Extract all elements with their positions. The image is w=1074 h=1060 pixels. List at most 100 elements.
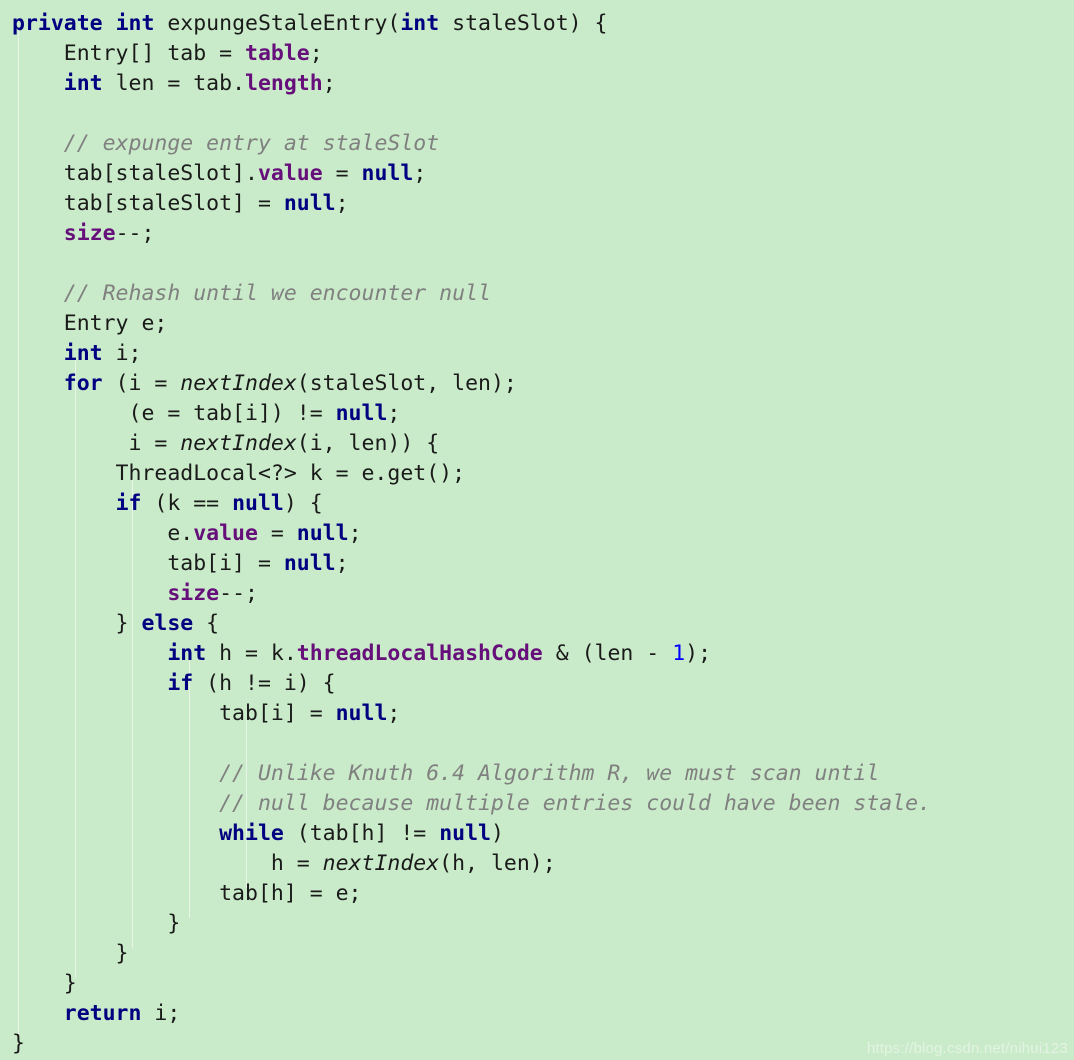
code-token-kw: null bbox=[361, 161, 414, 186]
code-token-txt: ; bbox=[387, 401, 401, 426]
code-token-txt: --; bbox=[219, 581, 258, 606]
code-line[interactable]: e.value = null; bbox=[0, 519, 1074, 549]
code-line[interactable]: // Unlike Knuth 6.4 Algorithm R, we must… bbox=[0, 759, 1074, 789]
code-line[interactable]: } else { bbox=[0, 609, 1074, 639]
code-line[interactable]: if (k == null) { bbox=[0, 489, 1074, 519]
code-token-kw: null bbox=[296, 521, 349, 546]
code-token-mth: nextIndex bbox=[180, 431, 297, 456]
code-token-kw: int bbox=[115, 11, 155, 36]
code-token-txt: tab[i] = bbox=[12, 551, 284, 576]
code-line[interactable]: tab[i] = null; bbox=[0, 549, 1074, 579]
code-block[interactable]: private int expungeStaleEntry(int staleS… bbox=[0, 0, 1074, 1059]
code-line[interactable]: size--; bbox=[0, 579, 1074, 609]
code-token-mth: nextIndex bbox=[180, 371, 297, 396]
code-token-fld: threadLocalHashCode bbox=[296, 641, 543, 666]
code-line[interactable]: tab[i] = null; bbox=[0, 699, 1074, 729]
code-token-fld: table bbox=[245, 41, 310, 66]
code-line[interactable]: Entry e; bbox=[0, 309, 1074, 339]
code-token-txt: (i, len)) { bbox=[296, 431, 440, 456]
code-token-txt: } bbox=[12, 611, 142, 636]
code-line[interactable]: } bbox=[0, 969, 1074, 999]
code-token-kw: null bbox=[283, 551, 336, 576]
code-token-txt: i; bbox=[102, 341, 142, 366]
code-token-txt: tab[i] = bbox=[12, 701, 336, 726]
code-token-txt: } bbox=[12, 941, 129, 966]
code-line[interactable] bbox=[0, 249, 1074, 279]
code-token-fld: size bbox=[63, 221, 116, 246]
code-token-txt: i = bbox=[12, 431, 181, 456]
code-line[interactable]: tab[staleSlot].value = null; bbox=[0, 159, 1074, 189]
code-token-txt: (tab[h] != bbox=[283, 821, 440, 846]
code-token-txt: tab[staleSlot] = bbox=[12, 191, 284, 216]
code-token-kw: int bbox=[167, 641, 207, 666]
code-token-kw: int bbox=[63, 71, 103, 96]
code-line[interactable]: } bbox=[0, 939, 1074, 969]
code-line[interactable]: if (h != i) { bbox=[0, 669, 1074, 699]
code-line[interactable]: (e = tab[i]) != null; bbox=[0, 399, 1074, 429]
code-token-txt: = bbox=[257, 521, 297, 546]
code-token-kw: null bbox=[335, 401, 388, 426]
code-token-txt: (h != i) { bbox=[193, 671, 336, 696]
code-token-kw: if bbox=[115, 491, 142, 516]
code-line[interactable]: ThreadLocal<?> k = e.get(); bbox=[0, 459, 1074, 489]
code-token-txt: --; bbox=[115, 221, 155, 246]
code-token-kw: for bbox=[63, 371, 103, 396]
code-token-txt: (i = bbox=[102, 371, 181, 396]
code-line[interactable]: i = nextIndex(i, len)) { bbox=[0, 429, 1074, 459]
code-token-kw: null bbox=[232, 491, 284, 516]
code-line[interactable]: // Rehash until we encounter null bbox=[0, 279, 1074, 309]
code-viewer: private int expungeStaleEntry(int staleS… bbox=[0, 0, 1074, 1060]
code-line[interactable]: h = nextIndex(h, len); bbox=[0, 849, 1074, 879]
code-line[interactable]: int len = tab.length; bbox=[0, 69, 1074, 99]
code-token-txt: tab[staleSlot]. bbox=[12, 161, 258, 186]
code-line[interactable]: } bbox=[0, 909, 1074, 939]
code-token-cmt: // Unlike Knuth 6.4 Algorithm R, we must… bbox=[219, 761, 880, 786]
code-token-kw: int bbox=[400, 11, 440, 36]
code-token-txt: & (len - bbox=[542, 641, 673, 666]
code-line[interactable]: while (tab[h] != null) bbox=[0, 819, 1074, 849]
code-token-txt: ThreadLocal<?> k = e.get(); bbox=[12, 461, 466, 486]
code-line[interactable]: private int expungeStaleEntry(int staleS… bbox=[0, 9, 1074, 39]
code-token-txt: expungeStaleEntry( bbox=[154, 11, 401, 36]
code-token-txt: staleSlot) { bbox=[439, 11, 608, 36]
code-line[interactable]: for (i = nextIndex(staleSlot, len); bbox=[0, 369, 1074, 399]
code-line[interactable]: tab[staleSlot] = null; bbox=[0, 189, 1074, 219]
code-line[interactable]: return i; bbox=[0, 999, 1074, 1029]
code-token-txt: h = bbox=[12, 851, 323, 876]
code-line[interactable] bbox=[0, 729, 1074, 759]
code-line[interactable]: // expunge entry at staleSlot bbox=[0, 129, 1074, 159]
code-token-txt: e. bbox=[12, 521, 194, 546]
code-line[interactable]: int h = k.threadLocalHashCode & (len - 1… bbox=[0, 639, 1074, 669]
code-token-kw: null bbox=[439, 821, 491, 846]
code-token-kw: while bbox=[219, 821, 284, 846]
code-token-fld: length bbox=[245, 71, 323, 96]
code-line[interactable]: tab[h] = e; bbox=[0, 879, 1074, 909]
code-token-txt: ; bbox=[309, 41, 323, 66]
code-token-txt: (e = tab[i]) != bbox=[12, 401, 336, 426]
code-token-num: 1 bbox=[672, 641, 686, 666]
code-line[interactable]: // null because multiple entries could h… bbox=[0, 789, 1074, 819]
code-line[interactable]: size--; bbox=[0, 219, 1074, 249]
code-line[interactable] bbox=[0, 99, 1074, 129]
code-token-txt: Entry[] tab = bbox=[12, 41, 245, 66]
code-line[interactable]: int i; bbox=[0, 339, 1074, 369]
code-token-kw: else bbox=[141, 611, 194, 636]
code-token-txt: ; bbox=[335, 551, 349, 576]
code-token-txt: (staleSlot, len); bbox=[296, 371, 517, 396]
code-token-cmt: // Rehash until we encounter null bbox=[63, 281, 491, 306]
code-token-fld: value bbox=[193, 521, 258, 546]
watermark-text: https://blog.csdn.net/nihui123 bbox=[866, 1040, 1068, 1057]
code-token-txt: } bbox=[12, 1031, 25, 1056]
code-token-cmt: // expunge entry at staleSlot bbox=[63, 131, 440, 156]
code-token-txt: ; bbox=[335, 191, 349, 216]
code-token-txt: = bbox=[322, 161, 362, 186]
code-line[interactable]: Entry[] tab = table; bbox=[0, 39, 1074, 69]
